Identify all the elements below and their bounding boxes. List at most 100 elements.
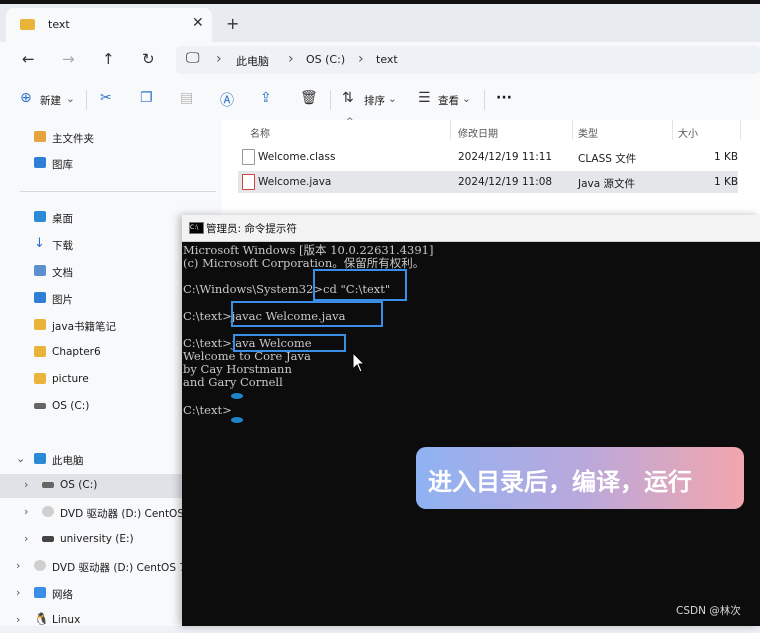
linux-penguin-icon: 🐧 (34, 612, 49, 626)
cmd-line: C:\text> (183, 403, 232, 417)
annotation-text: 进入目录后，编译，运行 (428, 468, 692, 496)
sidebar-item-label: 下载 (52, 240, 73, 252)
column-separator (740, 120, 741, 140)
dvd-icon (34, 560, 46, 571)
chevron-right-icon[interactable]: › (24, 505, 28, 518)
sidebar-item-label: 主文件夹 (52, 133, 94, 145)
drive-icon (34, 403, 46, 409)
file-type: Java 源文件 (578, 178, 636, 190)
file-size: 1 KB (714, 151, 739, 163)
forward-icon[interactable]: → (62, 50, 75, 68)
column-header-date[interactable]: 修改日期 (458, 125, 498, 140)
address-bar[interactable]: 🖵 › 此电脑 › OS (C:) › text (176, 46, 760, 74)
back-icon[interactable]: ← (22, 50, 35, 68)
breadcrumb-separator: › (216, 51, 222, 67)
cut-icon[interactable]: ✂ (100, 90, 112, 106)
column-header-size[interactable]: 大小 (678, 125, 698, 140)
new-tab-button[interactable]: + (226, 14, 239, 33)
new-icon[interactable]: ⊕ (20, 90, 32, 106)
sidebar-item-label: picture (52, 373, 89, 385)
divider (484, 90, 485, 110)
highlight-box-java (233, 334, 346, 352)
home-icon (34, 131, 46, 142)
file-size: 1 KB (714, 176, 739, 188)
sidebar-item-label: Chapter6 (52, 346, 101, 358)
chevron-right-icon[interactable]: › (24, 478, 28, 491)
computer-icon (34, 453, 46, 464)
rename-icon[interactable]: Ⓐ (220, 90, 234, 110)
cmd-line: by Cay Horstmann (183, 362, 292, 376)
sidebar-item-label: 文档 (52, 267, 73, 279)
highlight-box-cd (313, 269, 407, 301)
refresh-icon[interactable]: ↻ (142, 50, 155, 68)
sidebar-item-home[interactable]: 主文件夹 (0, 126, 222, 150)
drive-icon (42, 482, 54, 488)
sidebar-item-gallery[interactable]: 图库 (0, 152, 222, 176)
breadcrumb-drive[interactable]: OS (C:) (306, 53, 345, 66)
chevron-down-icon[interactable]: ⌄ (16, 452, 25, 465)
divider (86, 90, 87, 110)
chevron-down-icon[interactable]: ⌄ (66, 93, 75, 105)
cmd-title-bar[interactable]: C:\ 管理员: 命令提示符 (182, 215, 760, 242)
file-date: 2024/12/19 11:08 (458, 176, 553, 188)
annotation-banner: 进入目录后，编译，运行 (416, 447, 744, 509)
column-header-name[interactable]: 名称 (250, 125, 270, 140)
watermark: CSDN @林次 (676, 605, 741, 617)
new-button[interactable]: 新建 (40, 93, 61, 108)
table-row[interactable]: Welcome.class 2024/12/19 11:11 CLASS 文件 … (238, 146, 738, 168)
sidebar-item-label: 图片 (52, 294, 73, 306)
mouse-pointer-icon (352, 352, 366, 373)
sort-icon[interactable]: ⇅ (342, 90, 354, 106)
file-icon (242, 149, 255, 165)
chevron-right-icon[interactable]: › (16, 613, 20, 626)
sidebar-divider (20, 191, 216, 192)
chevron-right-icon[interactable]: › (24, 532, 28, 545)
delete-icon[interactable]: 🗑 (300, 90, 318, 106)
view-button[interactable]: 查看 (438, 93, 459, 108)
breadcrumb-pc[interactable]: 此电脑 (236, 53, 269, 69)
copy-icon[interactable]: ❐ (140, 90, 153, 106)
cmd-title: 管理员: 命令提示符 (206, 223, 297, 235)
chevron-right-icon[interactable]: › (16, 559, 20, 572)
up-icon[interactable]: ↑ (102, 50, 115, 68)
highlight-box-javac (231, 301, 383, 327)
folder-icon (20, 19, 35, 30)
computer-icon: 🖵 (186, 50, 200, 66)
breadcrumb-folder[interactable]: text (376, 53, 398, 66)
breadcrumb-separator: › (288, 51, 294, 67)
sidebar-item-label: Linux (52, 614, 81, 626)
chevron-down-icon[interactable]: ⌄ (388, 93, 397, 105)
java-file-icon (242, 174, 255, 190)
file-date: 2024/12/19 11:11 (458, 151, 553, 163)
folder-icon (34, 319, 46, 330)
breadcrumb-separator: › (358, 51, 364, 67)
table-row[interactable]: Welcome.java 2024/12/19 11:08 Java 源文件 1… (238, 171, 738, 193)
more-options-icon[interactable]: ··· (496, 90, 512, 106)
folder-icon (34, 373, 46, 384)
sort-indicator-icon: ^ (346, 117, 354, 127)
view-icon[interactable]: ☰ (418, 90, 431, 106)
command-bar: ⊕ 新建 ⌄ ✂ ❐ ▤ Ⓐ ⇪ 🗑 ⇅ 排序 ⌄ ☰ 查看 ⌄ ··· (0, 80, 760, 121)
sort-button[interactable]: 排序 (364, 93, 385, 108)
close-tab-icon[interactable]: ✕ (192, 15, 204, 31)
sidebar-item-label: DVD 驱动器 (D:) CentOS 7 (60, 508, 195, 520)
sidebar-item-label: 此电脑 (52, 455, 84, 467)
sidebar-item-label: OS (C:) (52, 400, 90, 412)
column-separator (572, 120, 573, 140)
sidebar-item-label: 网络 (52, 589, 73, 601)
dvd-icon (42, 506, 54, 517)
tab-title: text (48, 18, 70, 31)
column-separator (672, 120, 673, 140)
tab-text[interactable]: text ✕ (6, 8, 212, 42)
column-header-type[interactable]: 类型 (578, 125, 598, 140)
chevron-right-icon[interactable]: › (16, 586, 20, 599)
pictures-icon (34, 292, 46, 303)
command-prompt-window[interactable]: C:\ 管理员: 命令提示符 Microsoft Windows [版本 10.… (182, 215, 760, 626)
share-icon[interactable]: ⇪ (260, 90, 272, 106)
sidebar-item-label: DVD 驱动器 (D:) CentOS 7 x (52, 562, 196, 574)
gallery-icon (34, 157, 46, 168)
paste-icon[interactable]: ▤ (180, 90, 193, 106)
chevron-down-icon[interactable]: ⌄ (462, 93, 471, 105)
folder-icon (34, 346, 46, 357)
sidebar-item-label: 桌面 (52, 213, 73, 225)
